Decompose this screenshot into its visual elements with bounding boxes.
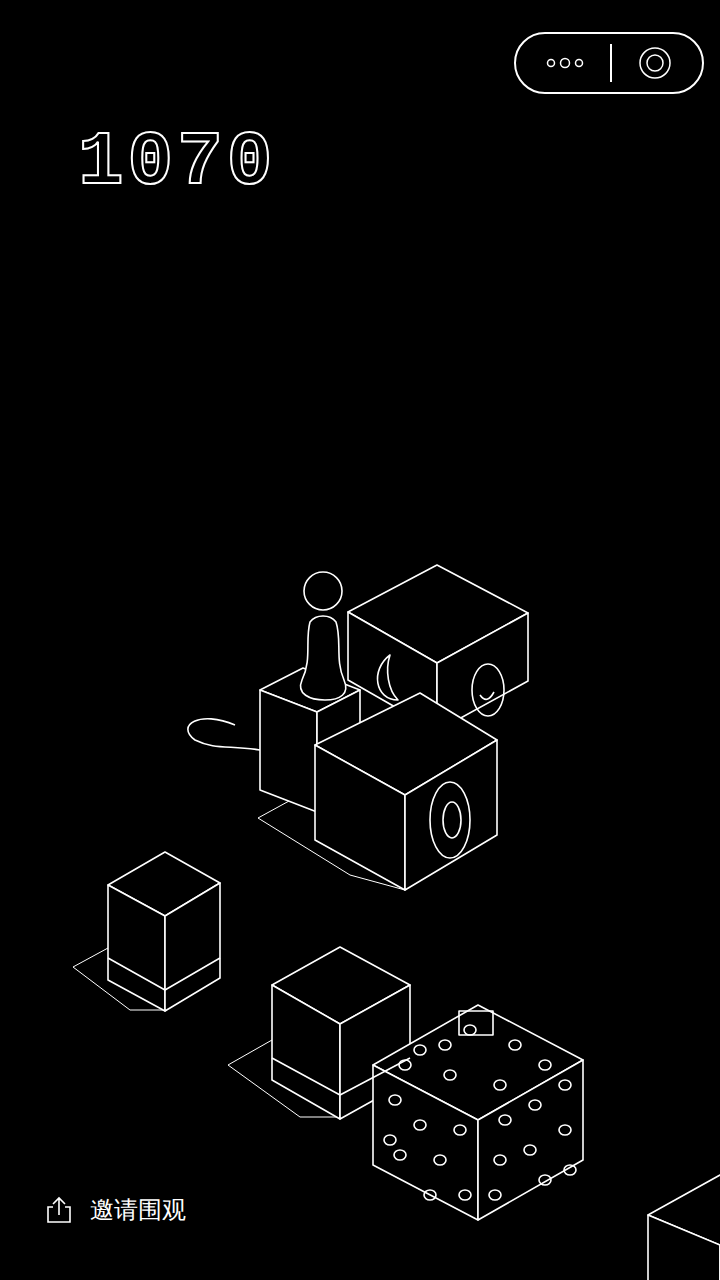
dice-dot [539,1175,551,1185]
dice-marker [459,1011,493,1035]
score: 1070 [0,122,720,206]
dice-dot [509,1040,521,1050]
dice-dot [499,1115,511,1125]
dice-dot [414,1045,426,1055]
dice-block [373,1005,583,1220]
game-screen[interactable]: 1070 邀请围观 [0,0,720,1280]
next-block [648,1175,720,1280]
dice-dot [444,1070,456,1080]
smile-mouth [480,692,494,699]
dice-dot [564,1165,576,1175]
player-shadow [188,719,260,750]
dice-dot [464,1025,476,1035]
capsule-divider [610,44,612,82]
close-target-icon[interactable] [637,45,673,81]
dice-dot [459,1190,471,1200]
share-button[interactable]: 邀请围观 [0,1192,186,1280]
speaker-block [315,693,497,890]
dice-dot [414,1120,426,1130]
player-body [301,616,346,700]
dice-dot [454,1125,466,1135]
dice-dot [424,1190,436,1200]
dice-dot [384,1135,396,1145]
dice-dot [559,1080,571,1090]
moon-face [378,655,398,700]
dice-dot [434,1155,446,1165]
dice-dot [399,1060,411,1070]
mini-program-capsule [514,32,704,94]
dice-dot [559,1125,571,1135]
dice-dot [539,1060,551,1070]
dice-dot [529,1100,541,1110]
speaker-cone [430,782,470,858]
share-label: 邀请围观 [90,1192,186,1228]
dice-dot [439,1040,451,1050]
block-band [272,1058,410,1095]
dice-dot [389,1095,401,1105]
dice-dot [524,1145,536,1155]
share-icon [44,1195,74,1225]
block-band [108,958,220,990]
dice-dot [394,1150,406,1160]
dice-dot [494,1080,506,1090]
dice-dot [489,1190,501,1200]
smile-face [472,664,504,716]
speaker-center [443,802,461,838]
dice-dot [494,1155,506,1165]
player-head [304,572,342,610]
plain-block [108,852,220,1011]
more-icon[interactable] [545,55,585,71]
